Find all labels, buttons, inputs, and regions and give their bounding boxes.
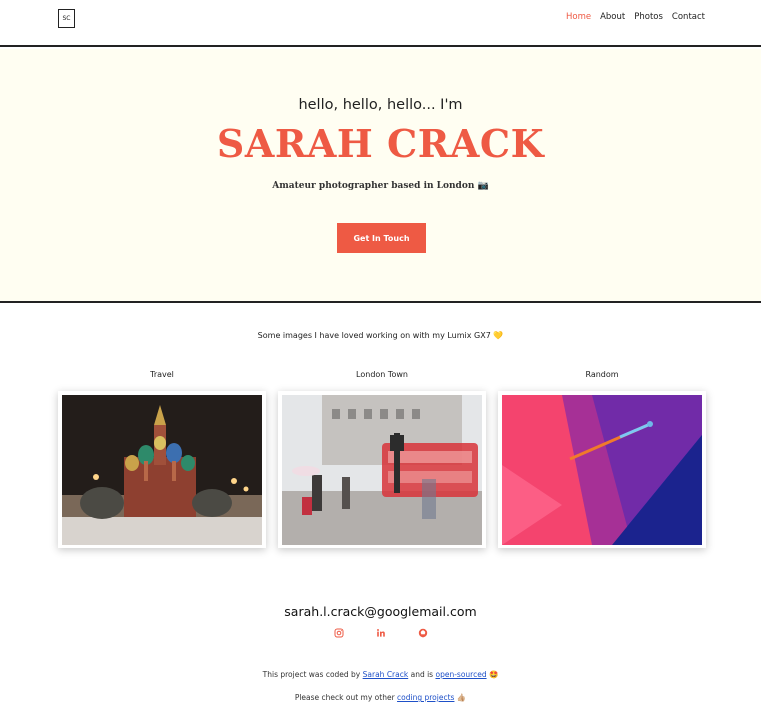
- footer-credit-prefix: This project was coded by: [262, 670, 361, 679]
- st-basils-cathedral-photo: [62, 395, 262, 545]
- github-icon[interactable]: [417, 624, 429, 638]
- top-navbar: SC Home About Photos Contact: [0, 0, 761, 47]
- nav-photos-link[interactable]: Photos: [634, 12, 663, 22]
- get-in-touch-button[interactable]: Get In Touch: [337, 223, 426, 253]
- footer-projects: Please check out my other coding project…: [0, 693, 761, 702]
- open-sourced-link[interactable]: open-sourced: [435, 670, 486, 679]
- card-title-london-town: London Town: [356, 370, 408, 379]
- thumbs-up-emoji-icon: 👍🏼: [456, 693, 467, 702]
- footer-projects-prefix: Please check out my other: [294, 693, 395, 702]
- nav-about-link[interactable]: About: [600, 12, 625, 22]
- social-links: [329, 624, 434, 638]
- card-title-travel: Travel: [150, 370, 174, 379]
- linkedin-icon[interactable]: [375, 624, 387, 637]
- nav-home-link[interactable]: Home: [566, 12, 591, 22]
- abstract-pink-blue-photo: [502, 395, 702, 545]
- card-travel[interactable]: [58, 391, 266, 548]
- hero-section: hello, hello, hello... I'm SARAH CRACK A…: [0, 49, 761, 303]
- card-title-random: Random: [585, 370, 619, 379]
- logo[interactable]: SC: [58, 9, 75, 28]
- coding-projects-link[interactable]: coding projects: [397, 693, 454, 702]
- hero-subtitle: Amateur photographer based in London 📷: [272, 181, 489, 191]
- gallery-intro: Some images I have loved working on with…: [257, 331, 504, 340]
- nav-contact-link[interactable]: Contact: [672, 12, 705, 22]
- footer-credit-middle: and is: [410, 670, 434, 679]
- london-street-bus-photo: [282, 395, 482, 545]
- nav-links: Home About Photos Contact: [566, 12, 705, 22]
- card-london-town[interactable]: [278, 391, 486, 548]
- instagram-icon[interactable]: [333, 624, 345, 638]
- footer-credit: This project was coded by Sarah Crack an…: [0, 670, 761, 679]
- hero-name: SARAH CRACK: [216, 121, 545, 166]
- author-link[interactable]: Sarah Crack: [363, 670, 409, 679]
- star-struck-emoji-icon: 🤩: [488, 670, 499, 679]
- card-random[interactable]: [498, 391, 706, 548]
- contact-email[interactable]: sarah.l.crack@googlemail.com: [0, 604, 761, 619]
- hero-greeting: hello, hello, hello... I'm: [298, 97, 463, 113]
